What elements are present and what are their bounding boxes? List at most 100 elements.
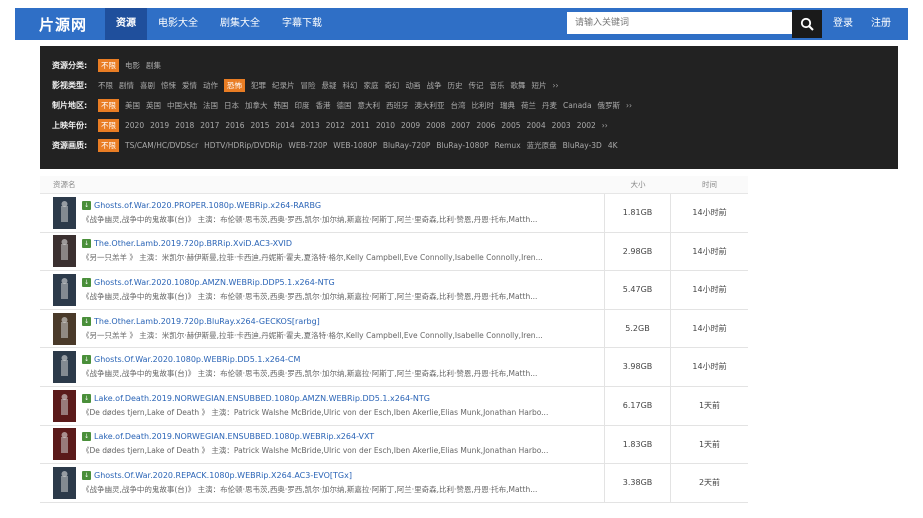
filter-option[interactable]: 电影 [125,60,140,71]
filter-option[interactable]: 瑞典 [500,100,515,111]
filter-option[interactable]: ›› [602,121,608,130]
filter-option[interactable]: 4K [608,141,618,150]
filter-option[interactable]: 冒险 [301,80,316,91]
filter-option[interactable]: 澳大利亚 [415,100,445,111]
filter-option[interactable]: 战争 [427,80,442,91]
poster-thumbnail[interactable] [53,351,76,384]
filter-option[interactable]: 2017 [200,121,219,130]
filter-option[interactable]: 2011 [351,121,370,130]
filter-option[interactable]: 不限 [98,138,119,152]
resource-title-link[interactable]: ↓ Lake.of.Death.2019.NORWEGIAN.ENSUBBED.… [82,393,548,403]
filter-option[interactable]: 科幻 [343,80,358,91]
table-row[interactable]: ↓ The.Other.Lamb.2019.720p.BRRip.XviD.AC… [40,232,748,272]
login-link[interactable]: 登录 [833,8,853,40]
filter-option[interactable]: 2008 [426,121,445,130]
resource-title-link[interactable]: ↓ The.Other.Lamb.2019.720p.BluRay.x264-G… [82,316,543,326]
filter-option[interactable]: BluRay-720P [383,141,430,150]
filter-option[interactable]: 日本 [224,100,239,111]
filter-option[interactable]: 英国 [146,100,161,111]
filter-option[interactable]: 2002 [577,121,596,130]
filter-option[interactable]: 台湾 [451,100,466,111]
resource-title-link[interactable]: ↓ The.Other.Lamb.2019.720p.BRRip.XviD.AC… [82,239,543,249]
filter-option[interactable]: 纪录片 [272,80,295,91]
poster-thumbnail[interactable] [53,428,76,461]
filter-option[interactable]: 俄罗斯 [598,100,621,111]
table-row[interactable]: ↓ Lake.of.Death.2019.NORWEGIAN.ENSUBBED.… [40,386,748,426]
register-link[interactable]: 注册 [871,8,891,40]
filter-option[interactable]: 不限 [98,58,119,72]
filter-option[interactable]: 奇幻 [385,80,400,91]
filter-option[interactable]: 不限 [98,118,119,132]
filter-option[interactable]: 动画 [406,80,421,91]
filter-option[interactable]: 短片 [532,80,547,91]
resource-title-link[interactable]: ↓ Ghosts.Of.War.2020.REPACK.1080p.WEBRip… [82,470,537,480]
table-row[interactable]: ↓ Ghosts.of.War.2020.PROPER.1080p.WEBRip… [40,194,748,233]
nav-resources[interactable]: 资源 [105,8,148,40]
filter-option[interactable]: 2015 [250,121,269,130]
nav-subtitles[interactable]: 字幕下载 [271,8,333,40]
filter-option[interactable]: 传记 [469,80,484,91]
filter-option[interactable]: ›› [626,101,632,110]
filter-option[interactable]: 2013 [301,121,320,130]
filter-option[interactable]: WEB-1080P [333,141,377,150]
filter-option[interactable]: 不限 [98,80,113,91]
poster-thumbnail[interactable] [53,196,76,229]
filter-option[interactable]: 韩国 [274,100,289,111]
filter-option[interactable]: BluRay-1080P [436,141,488,150]
resource-title-link[interactable]: ↓ Ghosts.of.War.2020.PROPER.1080p.WEBRip… [82,200,537,210]
filter-option[interactable]: 美国 [125,100,140,111]
filter-option[interactable]: 2020 [125,121,144,130]
filter-option[interactable]: BluRay-3D [563,141,602,150]
table-row[interactable]: ↓ Ghosts.of.War.2020.1080p.AMZN.WEBRip.D… [40,271,748,310]
filter-option[interactable]: 恐怖 [224,78,245,92]
resource-title-link[interactable]: ↓ Lake.of.Death.2019.NORWEGIAN.ENSUBBED.… [82,432,548,442]
filter-option[interactable]: WEB-720P [288,141,327,150]
table-row[interactable]: ↓ Lake.of.Death.2019.NORWEGIAN.ENSUBBED.… [40,425,748,465]
filter-option[interactable]: 荷兰 [521,100,536,111]
filter-option[interactable]: 德国 [337,100,352,111]
nav-series[interactable]: 剧集大全 [209,8,271,40]
filter-option[interactable]: 喜剧 [140,80,155,91]
filter-option[interactable]: 2010 [376,121,395,130]
filter-option[interactable]: 2003 [552,121,571,130]
filter-option[interactable]: 丹麦 [542,100,557,111]
filter-option[interactable]: 音乐 [490,80,505,91]
nav-movies[interactable]: 电影大全 [147,8,209,40]
resource-title-link[interactable]: ↓ Ghosts.of.War.2020.1080p.AMZN.WEBRip.D… [82,277,537,287]
filter-option[interactable]: 歌舞 [511,80,526,91]
filter-option[interactable]: 香港 [316,100,331,111]
filter-option[interactable]: 犯罪 [251,80,266,91]
filter-option[interactable]: 2012 [326,121,345,130]
filter-option[interactable]: 比利时 [472,100,495,111]
site-logo[interactable]: 片源网 [15,14,105,35]
poster-thumbnail[interactable] [53,273,76,306]
filter-option[interactable]: TS/CAM/HC/DVDScr [125,141,198,150]
poster-thumbnail[interactable] [53,466,76,499]
filter-option[interactable]: 剧情 [119,80,134,91]
filter-option[interactable]: ›› [553,81,559,90]
filter-option[interactable]: 不限 [98,98,119,112]
table-row[interactable]: ↓ Ghosts.Of.War.2020.1080p.WEBRip.DD5.1.… [40,348,748,387]
filter-option[interactable]: Remux [495,141,521,150]
filter-option[interactable]: 法国 [203,100,218,111]
filter-option[interactable]: HDTV/HDRip/DVDRip [204,141,282,150]
search-button[interactable] [792,10,822,38]
poster-thumbnail[interactable] [53,312,76,345]
filter-option[interactable]: 悬疑 [322,80,337,91]
table-row[interactable]: ↓ Ghosts.Of.War.2020.REPACK.1080p.WEBRip… [40,464,748,503]
filter-option[interactable]: 2016 [225,121,244,130]
poster-thumbnail[interactable] [53,235,76,268]
filter-option[interactable]: 惊悚 [161,80,176,91]
filter-option[interactable]: 蓝光原盘 [527,140,557,151]
filter-option[interactable]: 2009 [401,121,420,130]
filter-option[interactable]: 意大利 [358,100,381,111]
filter-option[interactable]: 印度 [295,100,310,111]
filter-option[interactable]: 2006 [476,121,495,130]
poster-thumbnail[interactable] [53,389,76,422]
filter-option[interactable]: 爱情 [182,80,197,91]
filter-option[interactable]: 动作 [203,80,218,91]
filter-option[interactable]: 剧集 [146,60,161,71]
filter-option[interactable]: 2019 [150,121,169,130]
search-input[interactable] [567,12,792,34]
filter-option[interactable]: 中国大陆 [167,100,197,111]
